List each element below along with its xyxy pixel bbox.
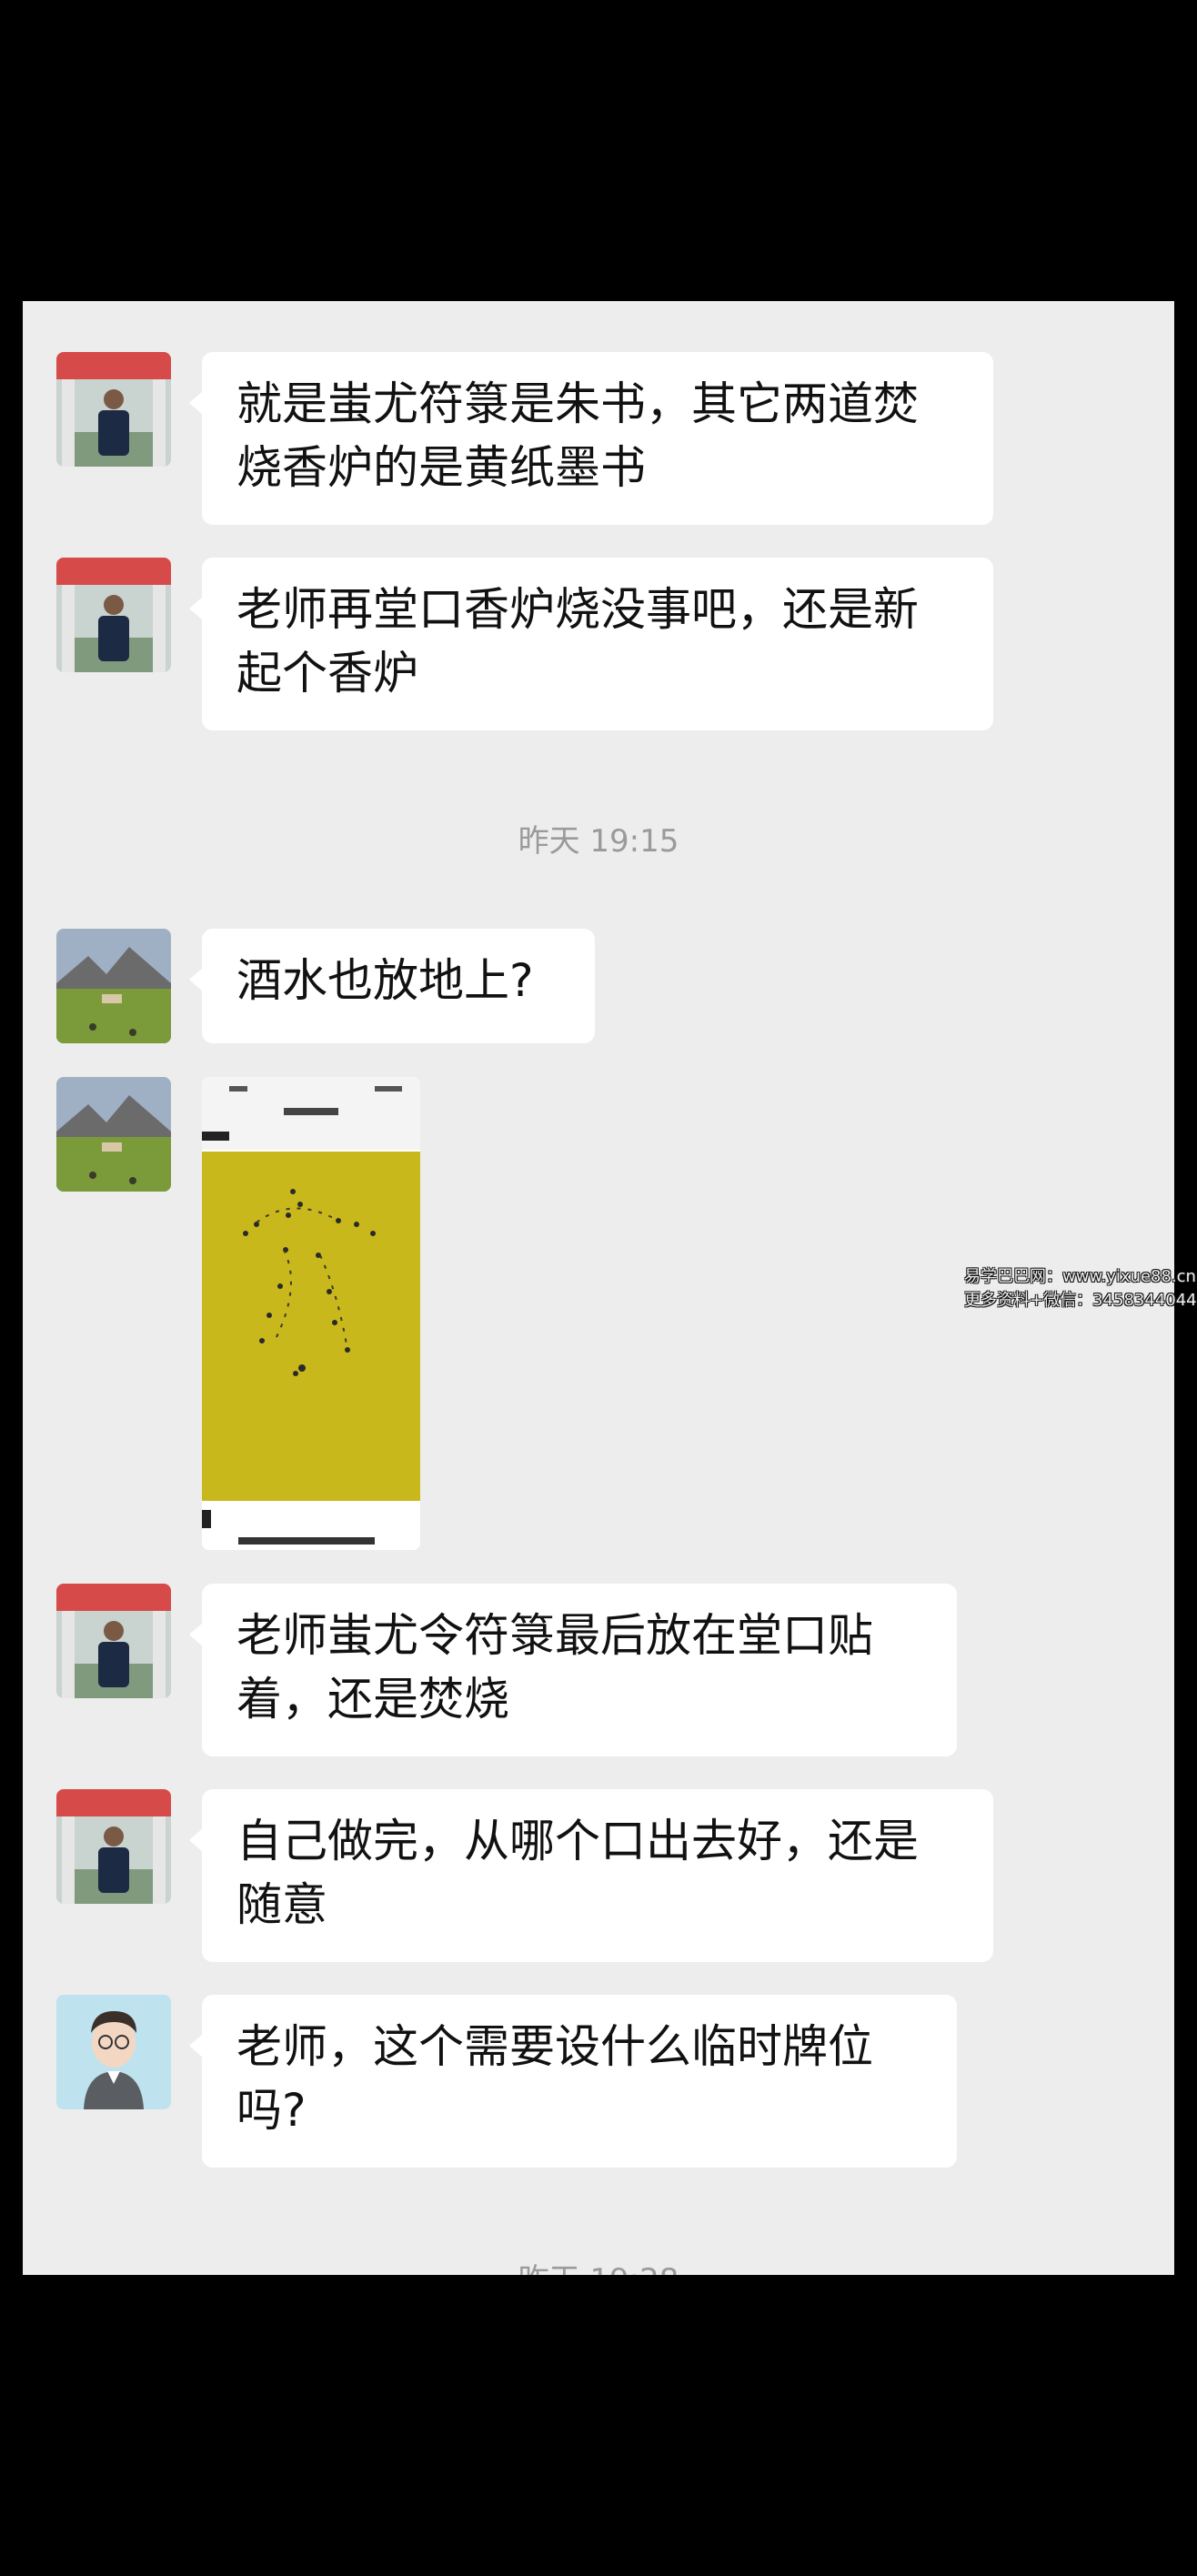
- avatar[interactable]: [56, 1789, 171, 1904]
- avatar[interactable]: [56, 929, 171, 1043]
- message-text: 老师再堂口香炉烧没事吧，还是新: [236, 583, 919, 636]
- avatar[interactable]: [56, 352, 171, 467]
- message-bubble[interactable]: 老师再堂口香炉烧没事吧，还是新 起个香炉: [189, 558, 993, 730]
- watermark-line: 更多资料+微信：3458344044: [964, 1291, 1197, 1310]
- message-bubble[interactable]: 就是蚩尤符箓是朱书，其它两道焚 烧香炉的是黄纸墨书: [189, 352, 993, 525]
- image-message[interactable]: [202, 1077, 420, 1550]
- avatar[interactable]: [56, 558, 171, 672]
- message-text: 烧香炉的是黄纸墨书: [236, 441, 646, 494]
- watermark: 易学巴巴网：www.yixue88.cn 更多资料+微信：3458344044: [964, 1265, 1197, 1313]
- message-text: 自己做完，从哪个口出去好，还是: [236, 1815, 919, 1867]
- timestamp: 昨天 19:15: [518, 823, 679, 860]
- message-text: 起个香炉: [236, 647, 418, 699]
- message-text: 随意: [236, 1878, 327, 1931]
- message-text: 老师蚩尤令符箓最后放在堂口贴: [236, 1609, 873, 1662]
- watermark-line: 易学巴巴网：www.yixue88.cn: [964, 1267, 1196, 1286]
- message-text: 老师，这个需要设什么临时牌位: [236, 2020, 873, 2073]
- message-text: 着，还是焚烧: [236, 1673, 509, 1726]
- message-text: 酒水也放地上?: [236, 954, 534, 1007]
- message-text: 吗?: [236, 2084, 307, 2137]
- avatar[interactable]: [56, 1077, 171, 1192]
- message-text: 就是蚩尤符箓是朱书，其它两道焚: [236, 377, 919, 430]
- message-bubble[interactable]: 自己做完，从哪个口出去好，还是 随意: [189, 1789, 993, 1962]
- message-bubble[interactable]: 酒水也放地上?: [189, 929, 595, 1043]
- message-bubble[interactable]: 老师，这个需要设什么临时牌位 吗?: [189, 1995, 957, 2168]
- message-bubble[interactable]: 老师蚩尤令符箓最后放在堂口贴 着，还是焚烧: [189, 1584, 957, 1756]
- avatar[interactable]: [56, 1584, 171, 1698]
- avatar[interactable]: [56, 1995, 171, 2109]
- timestamp: 昨天 19:28: [23, 2255, 1174, 2275]
